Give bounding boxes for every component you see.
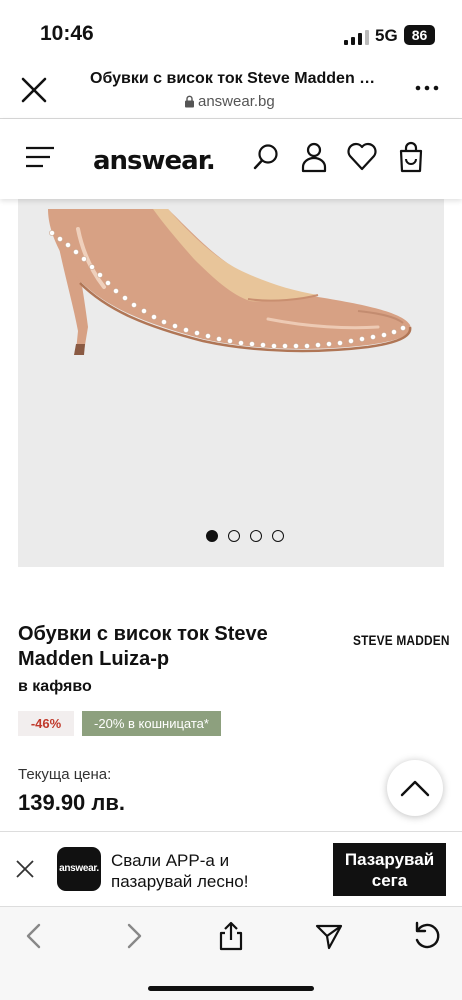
close-icon[interactable] [13, 857, 37, 881]
send-icon[interactable] [314, 921, 344, 951]
account-icon[interactable] [299, 141, 329, 173]
reload-icon[interactable] [412, 921, 442, 951]
discount-badge: -46% [18, 711, 74, 736]
lock-icon [185, 95, 194, 108]
menu-icon[interactable] [25, 145, 55, 169]
gallery-pagination [18, 530, 444, 542]
gallery-dot-2[interactable] [228, 530, 240, 542]
product-image [48, 209, 412, 355]
battery-indicator: 86 [404, 25, 435, 45]
share-icon[interactable] [216, 921, 246, 951]
domain-text: answear.bg [198, 93, 275, 110]
more-icon[interactable] [412, 78, 442, 98]
gallery-dot-4[interactable] [272, 530, 284, 542]
status-bar: 10:46 5G 86 [0, 0, 462, 66]
product-color: в кафяво [18, 678, 92, 695]
site-logo[interactable]: answear. [93, 146, 216, 176]
home-indicator [148, 986, 314, 991]
product-gallery[interactable] [18, 199, 444, 567]
heart-icon[interactable] [346, 141, 378, 173]
chevron-up-icon [400, 780, 430, 797]
close-icon[interactable] [18, 74, 50, 106]
signal-icon [344, 30, 369, 45]
brand-name[interactable]: STEVE MADDEN [353, 632, 450, 648]
current-price-label: Текуща цена: [18, 766, 112, 783]
gallery-dot-1[interactable] [206, 530, 218, 542]
promo-badge: -20% в кошницата* [82, 711, 221, 736]
product-name: Обувки с висок ток Steve Madden Luiza-p [18, 623, 268, 670]
page-title: Обувки с висок ток Steve Madden Luiza-p … [90, 70, 380, 87]
gallery-dot-3[interactable] [250, 530, 262, 542]
search-icon[interactable] [252, 141, 282, 173]
current-price: 139.90 лв. [18, 790, 126, 815]
bag-icon[interactable] [396, 141, 426, 173]
forward-icon[interactable] [118, 921, 148, 951]
status-time: 10:46 [40, 22, 94, 45]
scroll-to-top-button[interactable] [387, 760, 443, 816]
app-download-banner: answear. Свали APP-а и пазарувай лесно! … [0, 831, 462, 906]
browser-url-bar: Обувки с висок ток Steve Madden Luiza-p … [0, 66, 462, 118]
shop-in-app-button[interactable]: Пазарувай сега [333, 843, 446, 896]
app-logo: answear. [57, 847, 101, 891]
site-header: answear. [0, 119, 462, 199]
back-icon[interactable] [20, 921, 50, 951]
app-banner-text: Свали APP-а и пазарувай лесно! [111, 851, 249, 891]
page-domain: answear.bg [184, 93, 275, 110]
network-type: 5G [375, 26, 398, 45]
